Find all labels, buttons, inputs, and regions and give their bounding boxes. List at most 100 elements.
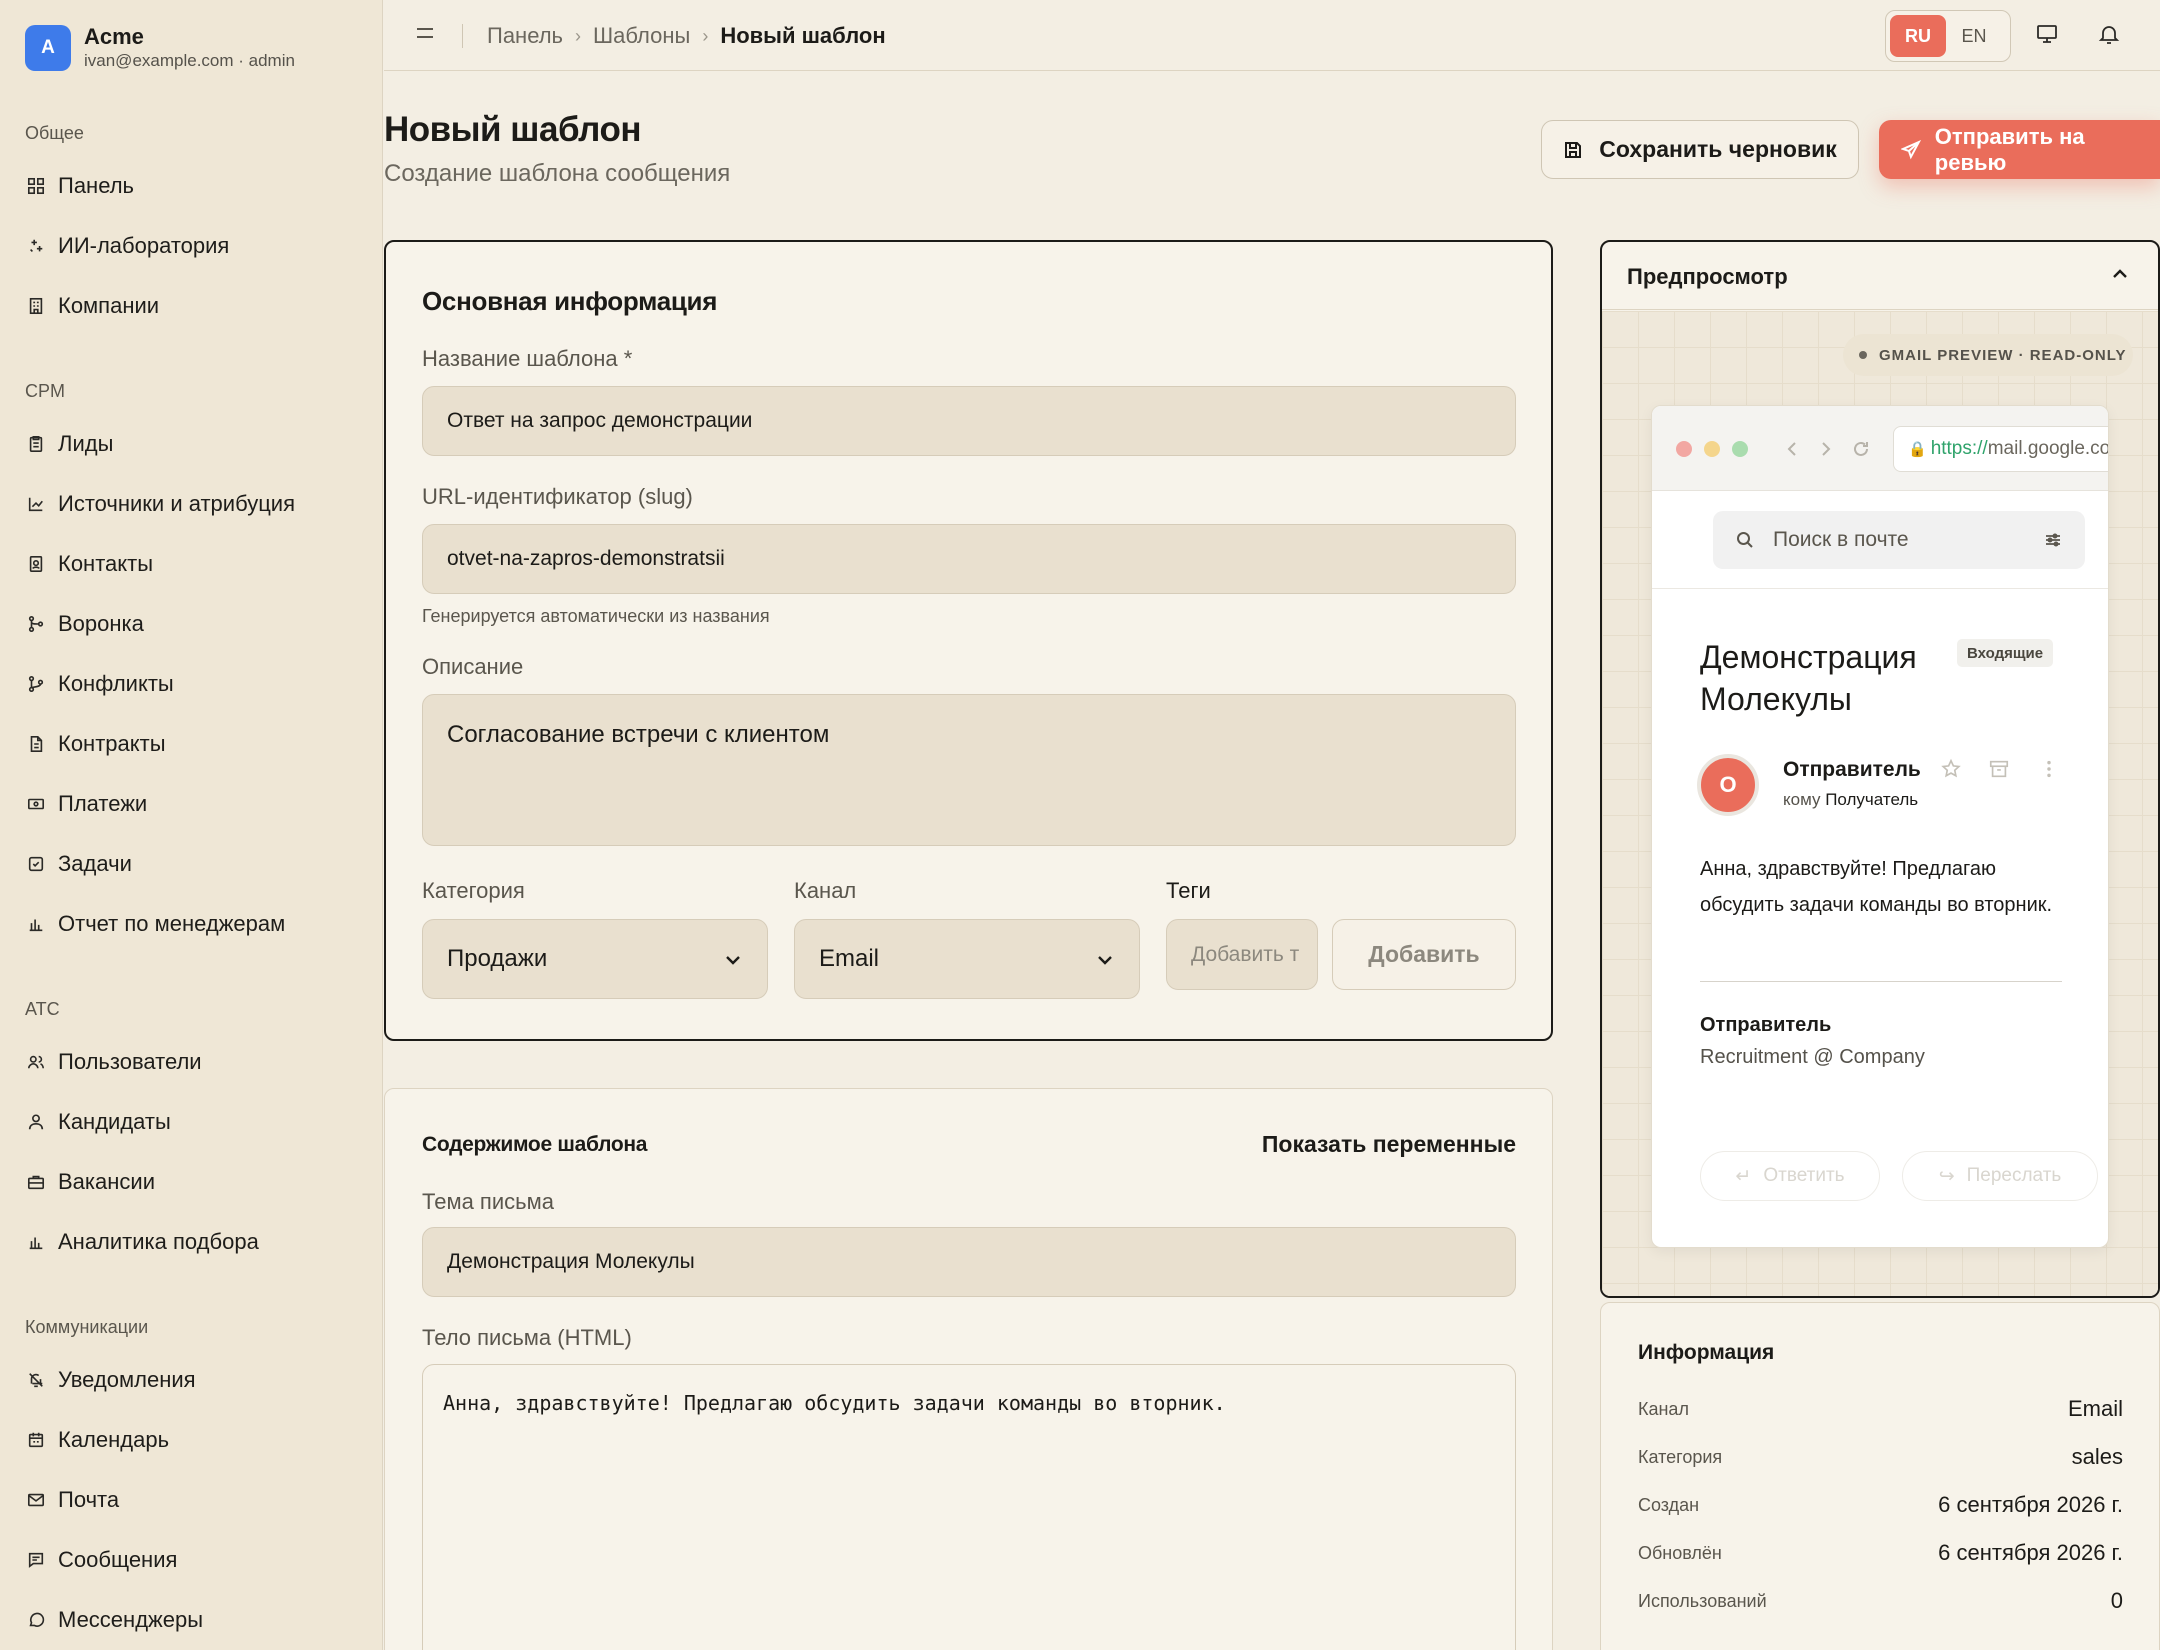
forward-icon bbox=[1815, 439, 1835, 459]
chevron-right-icon: › bbox=[575, 25, 582, 46]
sidebar-item-payments[interactable]: Платежи bbox=[25, 789, 147, 819]
sidebar-item-label: Компании bbox=[58, 293, 160, 318]
subject-input[interactable]: Демонстрация Молекулы bbox=[422, 1227, 1516, 1297]
sidebar-item-manager-report[interactable]: Отчет по менеджерам bbox=[25, 909, 285, 939]
gmail-folder-badge: Входящие bbox=[1957, 639, 2054, 667]
info-key: Использований bbox=[1638, 1590, 1767, 1611]
info-card: Информация Канал Email Категория sales С… bbox=[1600, 1302, 2160, 1650]
sparkles-icon bbox=[25, 235, 47, 257]
breadcrumb-current: Новый шаблон bbox=[720, 23, 886, 48]
channel-select[interactable]: Email bbox=[794, 919, 1140, 999]
briefcase-icon bbox=[25, 1171, 47, 1193]
chevron-down-icon bbox=[723, 949, 743, 969]
sidebar-item-ai-lab[interactable]: ИИ-лаборатория bbox=[25, 231, 229, 261]
gmail-reply-label: Ответить bbox=[1763, 1165, 1845, 1186]
info-key: Создан bbox=[1638, 1494, 1700, 1515]
preview-mode-badge: GMAIL PREVIEW · READ-ONLY bbox=[1843, 334, 2133, 376]
sidebar-item-messages[interactable]: Сообщения bbox=[25, 1545, 177, 1575]
save-draft-button[interactable]: Сохранить черновик bbox=[1541, 120, 1859, 179]
language-option-en[interactable]: EN bbox=[1946, 15, 2002, 57]
gmail-recipient-line: кому Получатель bbox=[1783, 790, 1918, 810]
sidebar-item-contracts[interactable]: Контракты bbox=[25, 729, 166, 759]
tags-input[interactable]: Добавить т bbox=[1166, 919, 1318, 990]
gmail-body: Анна, здравствуйте! Предлагаю обсудить з… bbox=[1700, 858, 2053, 916]
sidebar-item-messengers[interactable]: Мессенджеры bbox=[25, 1605, 203, 1635]
category-select[interactable]: Продажи bbox=[422, 919, 768, 999]
sidebar-item-dashboard[interactable]: Панель bbox=[25, 171, 134, 201]
body-html-editor[interactable]: Анна, здравствуйте! Предлагаю обсудить з… bbox=[422, 1364, 1516, 1650]
send-icon bbox=[1901, 139, 1921, 159]
info-row-usage: Использований 0 bbox=[1638, 1586, 2123, 1616]
info-row-updated: Обновлён 6 сентября 2026 г. bbox=[1638, 1538, 2123, 1568]
workspace-avatar: A bbox=[25, 25, 71, 71]
star-icon bbox=[1940, 758, 1964, 782]
gmail-forward-label: Переслать bbox=[1966, 1165, 2062, 1186]
breadcrumb-templates[interactable]: Шаблоны bbox=[593, 23, 690, 49]
checkbox-icon bbox=[25, 853, 47, 875]
tags-label: Теги bbox=[1166, 878, 1211, 903]
status-dot bbox=[1859, 351, 1867, 359]
sidebar-item-pipeline[interactable]: Воронка bbox=[25, 609, 144, 639]
slug-input[interactable]: otvet-na-zapros-demonstratsii bbox=[422, 524, 1516, 594]
sidebar-item-companies[interactable]: Компании bbox=[25, 291, 159, 321]
channel-value: Email bbox=[819, 945, 880, 972]
slug-hint: Генерируется автоматически из названия bbox=[422, 606, 770, 626]
chevron-up-icon[interactable] bbox=[2110, 264, 2132, 286]
lock-icon: 🔒 bbox=[1908, 441, 1927, 458]
search-icon bbox=[1737, 532, 1753, 548]
sidebar-item-label: Лиды bbox=[58, 431, 114, 456]
sidebar-item-label: Источники и атрибуция bbox=[58, 491, 295, 516]
channel-label: Канал bbox=[794, 878, 857, 903]
message-square-icon bbox=[25, 1549, 47, 1571]
sidebar-item-conflicts[interactable]: Конфликты bbox=[25, 669, 174, 699]
sidebar-item-recruiting-analytics[interactable]: Аналитика подбора bbox=[25, 1227, 259, 1257]
submit-review-button[interactable]: Отправить на ревью bbox=[1879, 120, 2160, 179]
gmail-search-bar: Поиск в почте bbox=[1713, 511, 2085, 569]
mail-icon bbox=[25, 1489, 47, 1511]
submit-review-label: Отправить на ревью bbox=[1934, 123, 2085, 175]
clipboard-icon bbox=[25, 433, 47, 455]
display-mode-button[interactable] bbox=[2035, 22, 2063, 50]
sidebar-item-leads[interactable]: Лиды bbox=[25, 429, 113, 459]
notifications-button[interactable] bbox=[2097, 22, 2125, 50]
sidebar-item-label: Контракты bbox=[58, 731, 166, 756]
sidebar-item-contacts[interactable]: Контакты bbox=[25, 549, 153, 579]
category-label: Категория bbox=[422, 878, 525, 903]
basic-info-card: Основная информация Название шаблона * О… bbox=[384, 240, 1553, 1041]
chevron-right-icon: › bbox=[702, 25, 709, 46]
signature-divider bbox=[1700, 981, 2062, 982]
breadcrumb-dashboard[interactable]: Панель bbox=[487, 23, 563, 49]
minimize-dot bbox=[1704, 441, 1720, 457]
sidebar-item-label: Кандидаты bbox=[58, 1109, 171, 1134]
browser-toolbar: 🔒 https:// mail.google.com bbox=[1652, 406, 2108, 491]
sidebar-toggle-button[interactable] bbox=[414, 22, 440, 48]
add-tag-button[interactable]: Добавить bbox=[1332, 919, 1516, 990]
sidebar-item-mail[interactable]: Почта bbox=[25, 1485, 119, 1515]
sidebar-item-vacancies[interactable]: Вакансии bbox=[25, 1167, 155, 1197]
sidebar-item-candidates[interactable]: Кандидаты bbox=[25, 1107, 171, 1137]
sidebar-item-users[interactable]: Пользователи bbox=[25, 1047, 202, 1077]
sidebar-item-label: Конфликты bbox=[58, 671, 174, 696]
preview-header[interactable]: Предпросмотр bbox=[1602, 242, 2158, 310]
show-variables-button[interactable]: Показать переменные bbox=[1262, 1131, 1516, 1158]
monitor-icon bbox=[2037, 25, 2057, 43]
grid-icon bbox=[25, 175, 47, 197]
sidebar-item-notifications[interactable]: Уведомления bbox=[25, 1365, 196, 1395]
sidebar-item-label: Платежи bbox=[58, 791, 148, 816]
refresh-icon bbox=[1851, 439, 1871, 459]
template-name-input[interactable]: Ответ на запрос демонстрации bbox=[422, 386, 1516, 456]
sidebar-item-calendar[interactable]: Календарь bbox=[25, 1425, 169, 1455]
workspace-name: Acme bbox=[84, 24, 144, 49]
subject-label: Тема письма bbox=[422, 1189, 554, 1214]
url-host: mail.google.com bbox=[1987, 438, 2108, 459]
sidebar-item-tasks[interactable]: Задачи bbox=[25, 849, 132, 879]
banknote-icon bbox=[25, 793, 47, 815]
page-subtitle: Создание шаблона сообщения bbox=[384, 160, 731, 187]
sidebar-item-label: Мессенджеры bbox=[58, 1607, 204, 1632]
gmail-preview-window: 🔒 https:// mail.google.com Поиск в почте… bbox=[1651, 405, 2109, 1248]
sidebar-item-attribution[interactable]: Источники и атрибуция bbox=[25, 489, 295, 519]
language-option-ru[interactable]: RU bbox=[1890, 15, 1946, 57]
sidebar-item-label: Аналитика подбора bbox=[58, 1229, 259, 1254]
description-textarea[interactable]: Согласование встречи с клиентом bbox=[422, 694, 1516, 846]
workspace-switcher[interactable]: A Acme ivan@example.com · admin bbox=[25, 24, 295, 72]
